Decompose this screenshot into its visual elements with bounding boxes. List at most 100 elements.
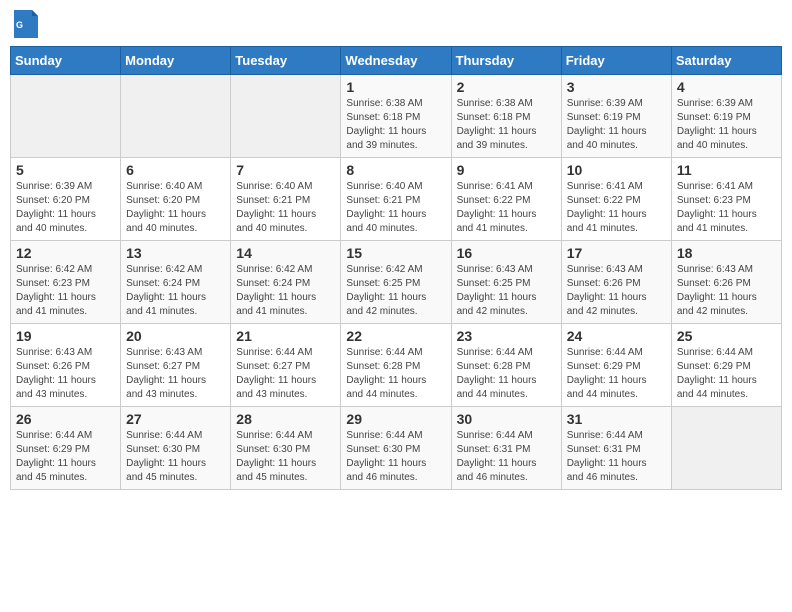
day-number: 22 <box>346 328 445 344</box>
calendar-cell: 27 Sunrise: 6:44 AM Sunset: 6:30 PM Dayli… <box>121 407 231 490</box>
day-info: Sunrise: 6:39 AM Sunset: 6:20 PM Dayligh… <box>16 180 115 236</box>
day-info: Sunrise: 6:44 AM Sunset: 6:29 PM Dayligh… <box>16 429 115 485</box>
day-info: Sunrise: 6:42 AM Sunset: 6:23 PM Dayligh… <box>16 263 115 319</box>
calendar-cell: 3Sunrise: 6:39 AM Sunset: 6:19 PM Daylig… <box>561 75 671 158</box>
calendar-cell <box>231 75 341 158</box>
day-info: Sunrise: 6:44 AM Sunset: 6:30 PM Dayligh… <box>346 429 445 485</box>
calendar-cell: 10 Sunrise: 6:41 AM Sunset: 6:22 PM Dayli… <box>561 158 671 241</box>
calendar-cell: 9 Sunrise: 6:41 AM Sunset: 6:22 PM Daylig… <box>451 158 561 241</box>
day-number: 28 <box>236 411 335 427</box>
day-info: Sunrise: 6:44 AM Sunset: 6:30 PM Dayligh… <box>236 429 335 485</box>
day-info: Sunrise: 6:44 AM Sunset: 6:31 PM Dayligh… <box>457 429 556 485</box>
day-number: 4 <box>677 79 776 95</box>
calendar-cell: 8 Sunrise: 6:40 AM Sunset: 6:21 PM Daylig… <box>341 158 451 241</box>
calendar-cell: 13 Sunrise: 6:42 AM Sunset: 6:24 PM Dayli… <box>121 241 231 324</box>
day-number: 12 <box>16 245 115 261</box>
calendar-week-2: 5 Sunrise: 6:39 AM Sunset: 6:20 PM Daylig… <box>11 158 782 241</box>
day-info: Sunrise: 6:43 AM Sunset: 6:25 PM Dayligh… <box>457 263 556 319</box>
weekday-header-monday: Monday <box>121 47 231 75</box>
day-info: Sunrise: 6:44 AM Sunset: 6:30 PM Dayligh… <box>126 429 225 485</box>
weekday-header-tuesday: Tuesday <box>231 47 341 75</box>
day-number: 14 <box>236 245 335 261</box>
day-number: 7 <box>236 162 335 178</box>
day-number: 8 <box>346 162 445 178</box>
calendar-header: SundayMondayTuesdayWednesdayThursdayFrid… <box>11 47 782 75</box>
calendar-cell <box>671 407 781 490</box>
day-number: 24 <box>567 328 666 344</box>
weekday-header-friday: Friday <box>561 47 671 75</box>
calendar-cell: 12 Sunrise: 6:42 AM Sunset: 6:23 PM Dayli… <box>11 241 121 324</box>
calendar-cell: 24 Sunrise: 6:44 AM Sunset: 6:29 PM Dayli… <box>561 324 671 407</box>
day-number: 18 <box>677 245 776 261</box>
day-info: Sunrise: 6:44 AM Sunset: 6:29 PM Dayligh… <box>677 346 776 402</box>
calendar-cell: 29Sunrise: 6:44 AM Sunset: 6:30 PM Dayli… <box>341 407 451 490</box>
day-number: 5 <box>16 162 115 178</box>
day-info: Sunrise: 6:42 AM Sunset: 6:24 PM Dayligh… <box>236 263 335 319</box>
day-info: Sunrise: 6:43 AM Sunset: 6:26 PM Dayligh… <box>677 263 776 319</box>
logo: G <box>14 10 40 38</box>
calendar-cell: 30 Sunrise: 6:44 AM Sunset: 6:31 PM Dayli… <box>451 407 561 490</box>
day-info: Sunrise: 6:42 AM Sunset: 6:25 PM Dayligh… <box>346 263 445 319</box>
day-info: Sunrise: 6:40 AM Sunset: 6:21 PM Dayligh… <box>236 180 335 236</box>
weekday-header-sunday: Sunday <box>11 47 121 75</box>
day-number: 10 <box>567 162 666 178</box>
calendar-cell: 25 Sunrise: 6:44 AM Sunset: 6:29 PM Dayli… <box>671 324 781 407</box>
calendar-cell <box>121 75 231 158</box>
day-number: 31 <box>567 411 666 427</box>
day-info: Sunrise: 6:41 AM Sunset: 6:22 PM Dayligh… <box>457 180 556 236</box>
day-info: Sunrise: 6:44 AM Sunset: 6:27 PM Dayligh… <box>236 346 335 402</box>
calendar-table: SundayMondayTuesdayWednesdayThursdayFrid… <box>10 46 782 490</box>
calendar-cell: 16Sunrise: 6:43 AM Sunset: 6:25 PM Dayli… <box>451 241 561 324</box>
day-number: 2 <box>457 79 556 95</box>
calendar-cell: 22Sunrise: 6:44 AM Sunset: 6:28 PM Dayli… <box>341 324 451 407</box>
calendar-week-5: 26 Sunrise: 6:44 AM Sunset: 6:29 PM Dayli… <box>11 407 782 490</box>
calendar-cell: 26 Sunrise: 6:44 AM Sunset: 6:29 PM Dayli… <box>11 407 121 490</box>
calendar-cell: 7 Sunrise: 6:40 AM Sunset: 6:21 PM Daylig… <box>231 158 341 241</box>
calendar-cell: 19 Sunrise: 6:43 AM Sunset: 6:26 PM Dayli… <box>11 324 121 407</box>
day-number: 13 <box>126 245 225 261</box>
day-info: Sunrise: 6:43 AM Sunset: 6:27 PM Dayligh… <box>126 346 225 402</box>
calendar-cell: 15 Sunrise: 6:42 AM Sunset: 6:25 PM Dayli… <box>341 241 451 324</box>
day-number: 26 <box>16 411 115 427</box>
calendar-cell: 23 Sunrise: 6:44 AM Sunset: 6:28 PM Dayli… <box>451 324 561 407</box>
day-number: 20 <box>126 328 225 344</box>
day-number: 15 <box>346 245 445 261</box>
calendar-cell: 4Sunrise: 6:39 AM Sunset: 6:19 PM Daylig… <box>671 75 781 158</box>
day-info: Sunrise: 6:42 AM Sunset: 6:24 PM Dayligh… <box>126 263 225 319</box>
page-header: G <box>10 10 782 38</box>
calendar-cell: 6Sunrise: 6:40 AM Sunset: 6:20 PM Daylig… <box>121 158 231 241</box>
day-number: 1 <box>346 79 445 95</box>
day-number: 25 <box>677 328 776 344</box>
day-info: Sunrise: 6:44 AM Sunset: 6:28 PM Dayligh… <box>457 346 556 402</box>
day-info: Sunrise: 6:40 AM Sunset: 6:21 PM Dayligh… <box>346 180 445 236</box>
day-number: 30 <box>457 411 556 427</box>
day-info: Sunrise: 6:44 AM Sunset: 6:29 PM Dayligh… <box>567 346 666 402</box>
calendar-week-3: 12 Sunrise: 6:42 AM Sunset: 6:23 PM Dayli… <box>11 241 782 324</box>
day-info: Sunrise: 6:43 AM Sunset: 6:26 PM Dayligh… <box>16 346 115 402</box>
calendar-week-4: 19 Sunrise: 6:43 AM Sunset: 6:26 PM Dayli… <box>11 324 782 407</box>
day-number: 11 <box>677 162 776 178</box>
calendar-cell: 17Sunrise: 6:43 AM Sunset: 6:26 PM Dayli… <box>561 241 671 324</box>
day-number: 9 <box>457 162 556 178</box>
day-info: Sunrise: 6:41 AM Sunset: 6:23 PM Dayligh… <box>677 180 776 236</box>
day-number: 19 <box>16 328 115 344</box>
weekday-header-saturday: Saturday <box>671 47 781 75</box>
weekday-header-row: SundayMondayTuesdayWednesdayThursdayFrid… <box>11 47 782 75</box>
day-number: 23 <box>457 328 556 344</box>
day-number: 21 <box>236 328 335 344</box>
day-info: Sunrise: 6:39 AM Sunset: 6:19 PM Dayligh… <box>567 97 666 153</box>
svg-text:G: G <box>16 20 23 30</box>
calendar-cell: 14 Sunrise: 6:42 AM Sunset: 6:24 PM Dayli… <box>231 241 341 324</box>
calendar-cell: 1Sunrise: 6:38 AM Sunset: 6:18 PM Daylig… <box>341 75 451 158</box>
day-info: Sunrise: 6:44 AM Sunset: 6:31 PM Dayligh… <box>567 429 666 485</box>
day-number: 27 <box>126 411 225 427</box>
calendar-cell: 18 Sunrise: 6:43 AM Sunset: 6:26 PM Dayli… <box>671 241 781 324</box>
day-info: Sunrise: 6:43 AM Sunset: 6:26 PM Dayligh… <box>567 263 666 319</box>
day-info: Sunrise: 6:41 AM Sunset: 6:22 PM Dayligh… <box>567 180 666 236</box>
calendar-cell: 11 Sunrise: 6:41 AM Sunset: 6:23 PM Dayli… <box>671 158 781 241</box>
weekday-header-wednesday: Wednesday <box>341 47 451 75</box>
day-number: 6 <box>126 162 225 178</box>
weekday-header-thursday: Thursday <box>451 47 561 75</box>
day-info: Sunrise: 6:38 AM Sunset: 6:18 PM Dayligh… <box>457 97 556 153</box>
calendar-cell <box>11 75 121 158</box>
